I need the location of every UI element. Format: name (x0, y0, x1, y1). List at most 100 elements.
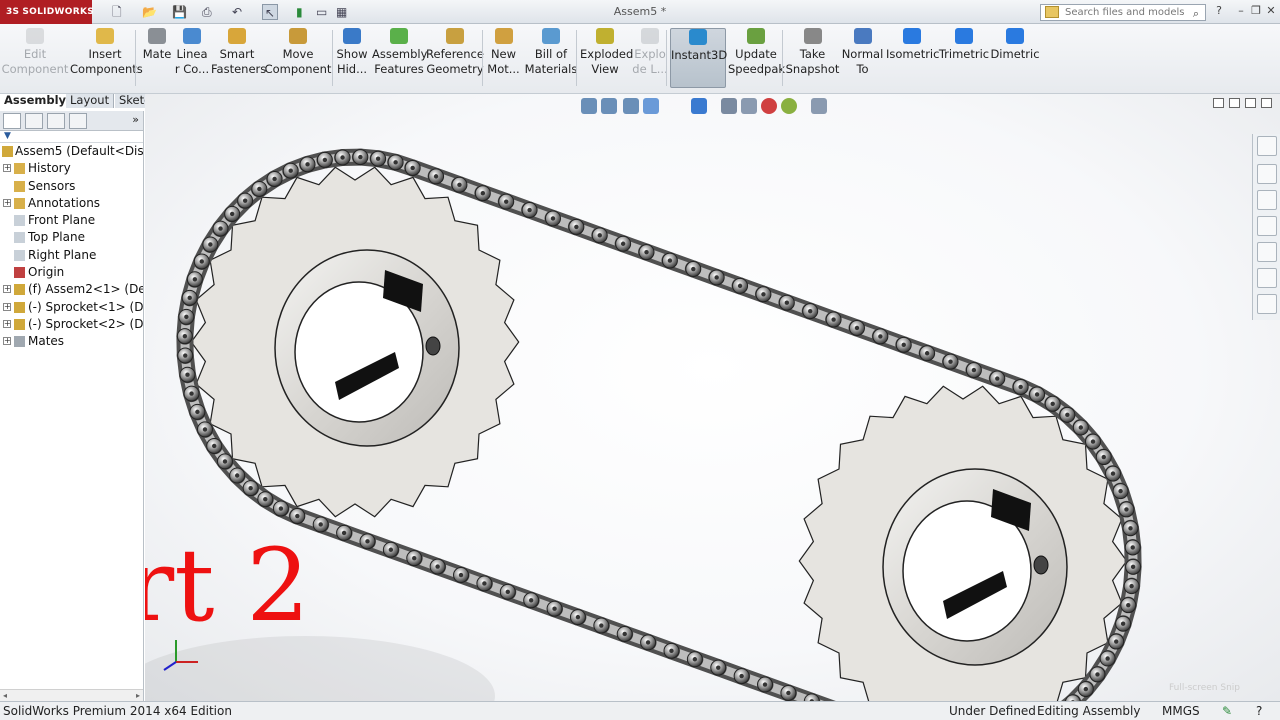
zoom-to-fit-icon[interactable] (581, 98, 597, 114)
expand-toggle-icon[interactable]: + (3, 319, 11, 328)
tree-item-origin[interactable]: Origin (0, 264, 143, 281)
search-icon[interactable]: ⌕ (1193, 6, 1199, 21)
edit-appearance-icon[interactable] (761, 98, 777, 114)
save-icon[interactable]: 💾 (172, 4, 187, 20)
help-popup-icon[interactable]: ? (1256, 702, 1262, 720)
appearances-icon[interactable] (1257, 242, 1277, 262)
tab-assembly[interactable]: Assembly (0, 94, 72, 108)
solidworks-logo[interactable]: 3S SOLIDWORKS (0, 0, 94, 24)
custom-properties-icon[interactable] (1257, 268, 1277, 288)
ribbon-take-snapshot-button[interactable]: Take Snapshot (785, 28, 840, 88)
viewport-minimize-icon[interactable] (1213, 98, 1224, 108)
forum-icon[interactable] (1257, 294, 1277, 314)
chain-pin (433, 174, 439, 179)
open-folder-icon[interactable]: 📂 (142, 4, 157, 20)
chain-pin (552, 606, 557, 611)
feature-manager-tab-icon[interactable] (3, 113, 21, 129)
section-view-icon[interactable] (643, 98, 659, 114)
hide-show-items-icon[interactable] (741, 98, 757, 114)
zoom-to-area-icon[interactable] (601, 98, 617, 114)
tree-item-history[interactable]: + History (0, 160, 143, 177)
chain-pin (739, 673, 744, 679)
ribbon-bill-of-materials-button[interactable]: Bill of Materials (524, 28, 578, 88)
ribbon-trimetric-button[interactable]: Trimetric (938, 28, 990, 88)
options-icon[interactable]: ▦ (336, 4, 347, 20)
previous-view-icon[interactable] (623, 98, 639, 114)
unit-system[interactable]: MMGS (1162, 702, 1200, 720)
expand-toggle-icon[interactable]: + (3, 285, 11, 294)
expand-toggle-icon[interactable]: + (3, 198, 11, 207)
restore-button[interactable]: ❐ (1249, 3, 1263, 19)
ribbon-mate-button[interactable]: Mate (141, 28, 173, 88)
tree-item-annotations[interactable]: + Annotations (0, 195, 143, 212)
view-orientation-icon[interactable] (691, 98, 707, 114)
configuration-manager-tab-icon[interactable] (47, 113, 65, 129)
tree-item-sensors[interactable]: Sensors (0, 178, 143, 195)
tree-item-front-plane[interactable]: Front Plane (0, 212, 143, 229)
expand-toggle-icon[interactable]: + (3, 302, 11, 311)
print-icon[interactable]: ⎙ (202, 4, 212, 20)
solidworks-resources-icon[interactable] (1257, 136, 1277, 156)
design-library-icon[interactable] (1257, 164, 1277, 184)
sprocket-chain-model[interactable] (145, 94, 1280, 701)
tree-item-f-assem2-1-defau[interactable]: + (f) Assem2<1> (Defau (0, 281, 143, 298)
ribbon-show-hidden-button[interactable]: Show Hid... (334, 28, 370, 88)
ribbon-button-label: Isometric (886, 47, 940, 61)
expand-panel-chevron-icon[interactable]: » (132, 113, 139, 126)
ribbon-smart-fasteners-button[interactable]: Smart Fasteners (211, 28, 266, 88)
ribbon-assembly-features-button[interactable]: Assembly Features (372, 28, 427, 88)
tree-item-right-plane[interactable]: Right Plane (0, 247, 143, 264)
display-style-icon[interactable] (721, 98, 737, 114)
rebuild-icon[interactable]: ▮ (296, 4, 303, 20)
view-palette-icon[interactable] (1257, 216, 1277, 236)
ribbon-move-component-button[interactable]: Move Component (263, 28, 333, 88)
ribbon-normal-to-button[interactable]: Normal To (840, 28, 885, 88)
viewport-close-icon[interactable] (1261, 98, 1272, 108)
file-explorer-icon[interactable] (1257, 190, 1277, 210)
horizontal-scrollbar[interactable]: ◂ ▸ (0, 689, 143, 701)
ribbon-exploded-view-button[interactable]: Exploded View (580, 28, 633, 88)
view-settings-icon[interactable] (811, 98, 827, 114)
tab-layout[interactable]: Layout (66, 94, 115, 108)
viewport-restore-icon[interactable] (1245, 98, 1256, 108)
ribbon-isometric-button[interactable]: Isometric (886, 28, 940, 88)
search-input[interactable]: Search files and models ⌕ (1040, 4, 1206, 21)
apply-scene-icon[interactable] (781, 98, 797, 114)
tree-item-top-plane[interactable]: Top Plane (0, 229, 143, 246)
tree-item-sprocket-1-defa[interactable]: + (-) Sprocket<1> (Defa (0, 299, 143, 316)
expand-toggle-icon[interactable]: + (3, 164, 11, 173)
ribbon-button-label: New Mot... (487, 47, 520, 76)
new-document-icon[interactable]: 🗋 (112, 4, 122, 20)
expand-toggle-icon[interactable]: + (3, 337, 11, 346)
ribbon-insert-components-button[interactable]: Insert Components (70, 28, 143, 88)
file-properties-icon[interactable]: ▭ (316, 4, 327, 20)
ribbon-dimetric-button[interactable]: Dimetric (990, 28, 1040, 88)
tree-item-root-assembly[interactable]: Assem5 (Default<Displa (0, 143, 143, 160)
scroll-right-icon[interactable]: ▸ (136, 691, 140, 700)
tree-sprocket-2-defa-icon (14, 318, 25, 330)
ribbon-linear-pattern-button[interactable]: Linea r Co... (173, 28, 211, 88)
property-manager-tab-icon[interactable] (25, 113, 43, 129)
ribbon-new-motion-study-button[interactable]: New Mot... (485, 28, 522, 88)
select-pointer-icon[interactable]: ↖ (262, 4, 279, 20)
ribbon-edit-component-button[interactable]: Edit Component (0, 28, 70, 88)
ribbon-explode-line-button[interactable]: Explo de L... (630, 28, 670, 88)
close-button[interactable]: ✕ (1264, 3, 1278, 19)
rebuild-status-icon[interactable]: ✎ (1222, 702, 1232, 720)
tree-item-mates[interactable]: + Mates (0, 333, 143, 350)
display-manager-tab-icon[interactable] (69, 113, 87, 129)
tree-item-sprocket-2-defa[interactable]: + (-) Sprocket<2> (Defa (0, 316, 143, 333)
filter-icon[interactable]: ▼ (0, 131, 143, 143)
search-scope-folder-icon[interactable] (1045, 6, 1059, 18)
chain-pin (1118, 488, 1123, 494)
tree-root-assembly-icon (2, 146, 13, 157)
undo-icon[interactable]: ↶ (232, 4, 242, 20)
ribbon-reference-geometry-button[interactable]: Reference Geometry (426, 28, 484, 88)
help-icon[interactable]: ? (1212, 3, 1226, 19)
minimize-button[interactable]: – (1234, 3, 1248, 19)
viewport-tile-icon[interactable] (1229, 98, 1240, 108)
graphics-area[interactable]: Part 2 Full-screen Snip (145, 94, 1280, 701)
scroll-left-icon[interactable]: ◂ (3, 691, 7, 700)
ribbon-update-speedpak-button[interactable]: Update Speedpak (728, 28, 785, 88)
ribbon-instant3d-button[interactable]: Instant3D (670, 28, 727, 88)
